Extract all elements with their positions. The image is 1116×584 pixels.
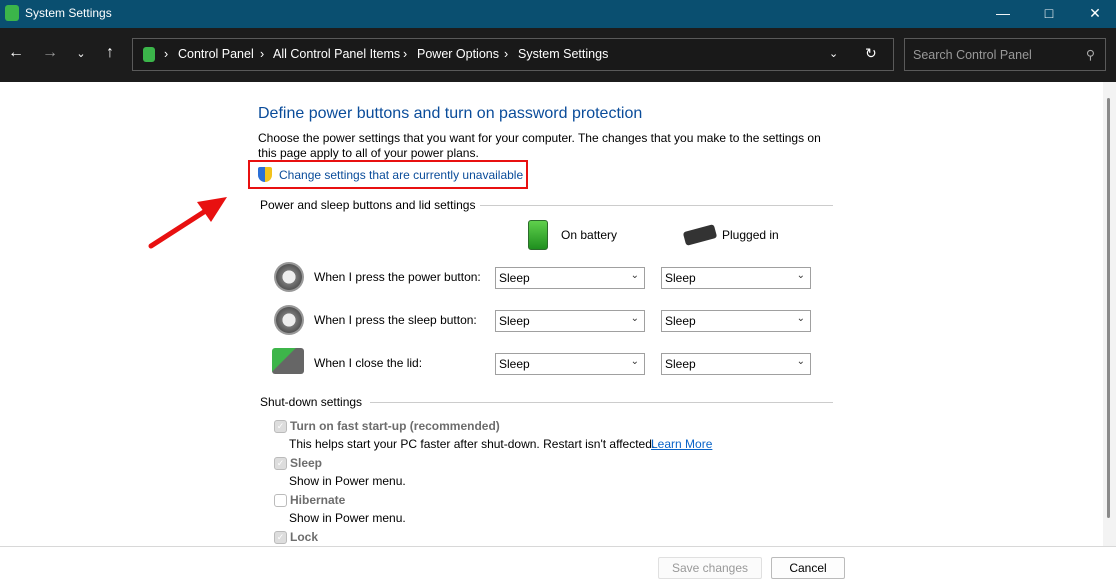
power-options-icon bbox=[5, 5, 19, 21]
minimize-button[interactable]: — bbox=[980, 0, 1026, 28]
search-icon: ⚲ bbox=[1085, 48, 1095, 62]
breadcrumb-power-options[interactable]: Power Options bbox=[417, 47, 499, 61]
laptop-lid-icon bbox=[272, 348, 304, 374]
power-options-icon bbox=[143, 47, 155, 62]
sleep-button-icon bbox=[274, 305, 304, 335]
section-label-buttons: Power and sleep buttons and lid settings bbox=[260, 198, 476, 212]
battery-icon bbox=[528, 220, 548, 250]
lid-battery-select[interactable]: Sleep ⌄ bbox=[495, 353, 645, 375]
power-button-battery-select[interactable]: Sleep ⌄ bbox=[495, 267, 645, 289]
maximize-button[interactable]: □ bbox=[1026, 0, 1072, 28]
address-bar[interactable]: › Control Panel › All Control Panel Item… bbox=[132, 38, 894, 71]
hibernate-checkbox[interactable] bbox=[274, 494, 287, 507]
section-label-shutdown: Shut-down settings bbox=[260, 395, 363, 409]
shutdown-options: ✓ Turn on fast start-up (recommended) Th… bbox=[0, 410, 1100, 544]
red-arrow-annotation bbox=[148, 197, 227, 249]
scrollbar-thumb[interactable] bbox=[1107, 98, 1110, 518]
row-label: When I close the lid: bbox=[314, 356, 423, 370]
navigation-bar: ← → ⌄ ↑ › Control Panel › All Control Pa… bbox=[0, 28, 1116, 82]
power-button-plugged-select[interactable]: Sleep ⌄ bbox=[661, 267, 811, 289]
row-label: When I press the power button: bbox=[314, 270, 481, 284]
cancel-button[interactable]: Cancel bbox=[771, 557, 845, 579]
save-changes-button[interactable]: Save changes bbox=[658, 557, 762, 579]
refresh-icon[interactable]: ↻ bbox=[865, 45, 877, 62]
lock-checkbox[interactable]: ✓ bbox=[274, 531, 287, 544]
page-title: Define power buttons and turn on passwor… bbox=[258, 105, 643, 122]
sleep-checkbox[interactable]: ✓ bbox=[274, 457, 287, 470]
row-label: When I press the sleep button: bbox=[314, 313, 477, 327]
close-button[interactable]: ✕ bbox=[1072, 0, 1116, 28]
search-input[interactable]: Search Control Panel ⚲ bbox=[904, 38, 1106, 71]
power-button-icon bbox=[274, 262, 304, 292]
change-settings-link[interactable]: Change settings that are currently unava… bbox=[279, 168, 523, 182]
scrollbar[interactable] bbox=[1103, 82, 1116, 546]
sleep-button-battery-select[interactable]: Sleep ⌄ bbox=[495, 310, 645, 332]
plug-icon bbox=[682, 224, 718, 246]
address-dropdown-icon[interactable]: ⌄ bbox=[829, 47, 838, 60]
sleep-button-plugged-select[interactable]: Sleep ⌄ bbox=[661, 310, 811, 332]
recent-locations-button[interactable]: ⌄ bbox=[69, 47, 93, 60]
fast-startup-checkbox[interactable]: ✓ bbox=[274, 420, 287, 433]
breadcrumb-control-panel[interactable]: Control Panel bbox=[178, 47, 254, 61]
breadcrumb-system-settings[interactable]: System Settings bbox=[518, 47, 608, 61]
up-button[interactable]: ↑ bbox=[98, 44, 122, 62]
lid-plugged-select[interactable]: Sleep ⌄ bbox=[661, 353, 811, 375]
shield-icon bbox=[258, 167, 272, 182]
column-header-battery: On battery bbox=[561, 228, 618, 242]
back-button[interactable]: ← bbox=[4, 44, 28, 62]
learn-more-link[interactable]: Learn More bbox=[651, 437, 712, 451]
breadcrumb-all-items[interactable]: All Control Panel Items bbox=[273, 47, 400, 61]
page-description: Choose the power settings that you want … bbox=[258, 131, 821, 160]
column-header-plugged: Plugged in bbox=[722, 228, 779, 242]
title-bar: System Settings — □ ✕ bbox=[0, 0, 1116, 28]
window-title: System Settings bbox=[25, 6, 112, 20]
forward-button[interactable]: → bbox=[38, 44, 62, 62]
